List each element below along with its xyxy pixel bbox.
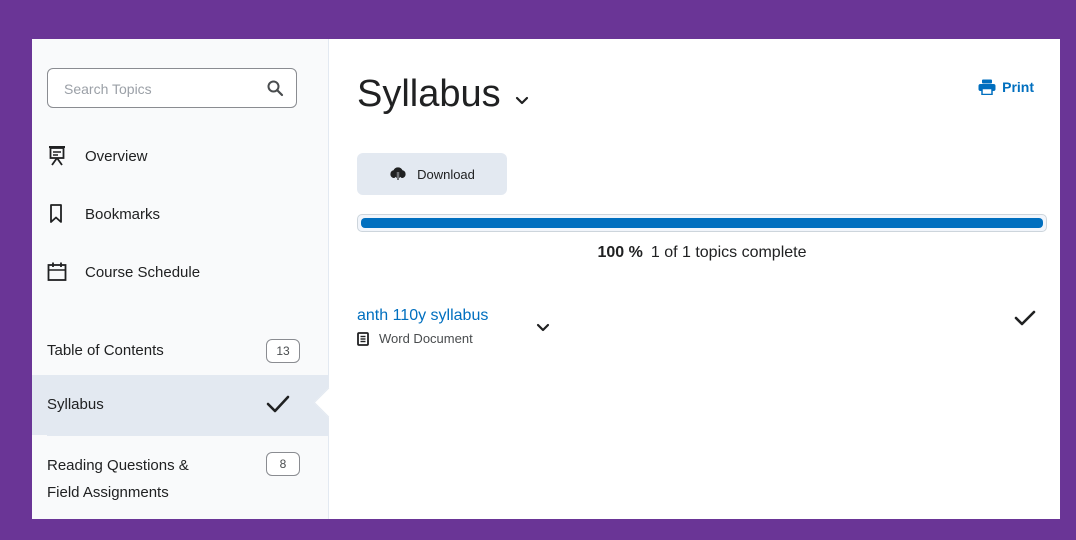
progress-topics-complete: 1 of 1 topics complete (650, 244, 807, 261)
main-content: Syllabus Print Download 100 % 1 of 1 top… (329, 39, 1060, 519)
printer-icon (978, 79, 996, 95)
search-icon[interactable] (266, 79, 284, 97)
presentation-board-icon (49, 146, 65, 166)
sidebar-item-label: Overview (85, 147, 148, 165)
page-title-text: Syllabus (357, 73, 501, 115)
page-title[interactable]: Syllabus (357, 73, 529, 116)
search-input[interactable] (62, 78, 256, 100)
topic-link[interactable]: anth 110y syllabus (357, 307, 488, 325)
sidebar-item-table-of-contents[interactable]: Table of Contents 13 (32, 327, 328, 375)
sidebar-item-label: Table of Contents (47, 342, 164, 359)
search-box (47, 68, 297, 108)
sidebar-item-label-line2: Field Assignments (47, 484, 169, 501)
sidebar-item-overview[interactable]: Overview (47, 141, 148, 171)
count-badge: 8 (266, 452, 300, 476)
print-label: Print (1002, 79, 1034, 95)
bookmark-icon (50, 204, 62, 223)
chevron-down-icon (515, 96, 528, 104)
sidebar: Overview Bookmarks Course Schedule Table… (32, 39, 329, 519)
count-badge: 13 (266, 339, 300, 363)
app-frame: Overview Bookmarks Course Schedule Table… (32, 39, 1060, 519)
sidebar-item-syllabus[interactable]: Syllabus (32, 375, 328, 435)
progress-bar-fill (361, 218, 1043, 228)
topic-chevron-down-icon[interactable] (536, 323, 550, 333)
sidebar-item-label-line1: Reading Questions & (47, 457, 189, 474)
progress-bar (357, 214, 1047, 232)
download-label: Download (417, 166, 475, 182)
topic-type: Word Document (357, 331, 473, 346)
sidebar-item-reading-questions[interactable]: Reading Questions & Field Assignments 8 (32, 436, 328, 519)
sidebar-item-label: Syllabus (47, 396, 104, 413)
sidebar-item-bookmarks[interactable]: Bookmarks (47, 199, 160, 229)
cloud-download-icon (390, 167, 406, 182)
sidebar-item-course-schedule[interactable]: Course Schedule (47, 257, 200, 287)
checkmark-icon (266, 395, 290, 413)
progress-summary: 100 % 1 of 1 topics complete (357, 244, 1047, 262)
calendar-icon (47, 262, 67, 281)
download-button[interactable]: Download (357, 153, 507, 195)
topic-type-label: Word Document (379, 331, 473, 346)
print-button[interactable]: Print (978, 79, 1034, 95)
sidebar-item-label: Bookmarks (85, 205, 161, 223)
document-icon (357, 331, 369, 346)
progress-percent: 100 % (597, 244, 643, 261)
sidebar-item-label: Course Schedule (85, 263, 201, 281)
topic-complete-checkmark-icon (1014, 310, 1036, 326)
